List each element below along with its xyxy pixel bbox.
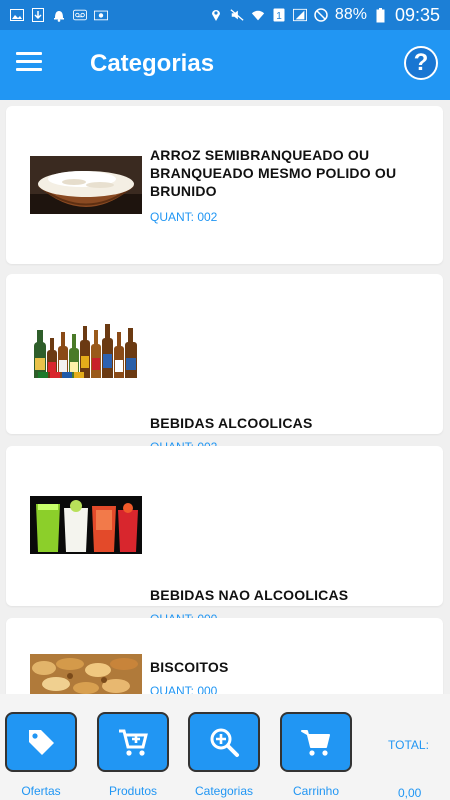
location-icon [209, 8, 223, 22]
app-bar: Categorias ? [0, 30, 450, 100]
cart-icon [301, 730, 330, 756]
beer-bottles-image [30, 320, 142, 378]
gallery-icon [10, 8, 24, 22]
category-list[interactable]: ARROZ SEMIBRANQUEADO OU BRANQUEADO MESMO… [0, 100, 450, 694]
battery-icon [374, 7, 388, 22]
biscuits-image [30, 654, 142, 694]
tag-icon [29, 730, 54, 755]
status-system: 1 88% 09:35 [209, 5, 440, 26]
do-not-disturb-icon [314, 8, 328, 22]
carrinho-button[interactable] [280, 712, 352, 772]
category-name: BEBIDAS ALCOOLICAS [150, 415, 313, 431]
status-notifications [10, 8, 108, 22]
voicemail-icon [73, 8, 87, 22]
photo-icon [94, 8, 108, 22]
bottom-nav: Ofertas Produtos Categorias Carrinho TOT… [0, 694, 450, 800]
page-title: Categorias [90, 50, 215, 77]
status-bar: 1 88% 09:35 [0, 0, 450, 30]
category-name: BISCOITOS [150, 659, 229, 675]
category-quantity: QUANT: 002 [150, 210, 218, 224]
nav-ofertas[interactable]: Ofertas [3, 712, 79, 798]
nav-carrinho[interactable]: Carrinho [278, 712, 354, 798]
category-card[interactable]: BISCOITOS QUANT: 000 [6, 618, 443, 694]
menu-icon[interactable] [16, 52, 42, 74]
nav-label: Carrinho [292, 784, 340, 798]
ofertas-button[interactable] [5, 712, 77, 772]
wifi-icon [251, 8, 265, 22]
total-label: TOTAL: [388, 738, 429, 752]
nav-produtos[interactable]: Produtos [95, 712, 171, 798]
sim-icon: 1 [272, 8, 286, 22]
help-icon: ? [413, 49, 429, 76]
colorful-drinks-image [30, 496, 142, 554]
mute-icon [230, 8, 244, 22]
category-name: BEBIDAS NAO ALCOOLICAS [150, 587, 349, 603]
total-value: 0,00 [398, 786, 422, 800]
zoom-in-icon [210, 728, 239, 757]
download-icon [31, 8, 45, 22]
category-quantity: QUANT: 000 [150, 684, 218, 694]
category-card[interactable]: BEBIDAS ALCOOLICAS QUANT: 002 [6, 274, 443, 454]
rice-bowl-image [30, 156, 142, 214]
category-name: ARROZ SEMIBRANQUEADO OU BRANQUEADO MESMO… [150, 147, 397, 199]
clock: 09:35 [394, 4, 440, 25]
help-button[interactable]: ? [404, 46, 438, 80]
categorias-button[interactable] [188, 712, 260, 772]
category-card[interactable]: ARROZ SEMIBRANQUEADO OU BRANQUEADO MESMO… [6, 106, 443, 264]
battery-percent: 88% [334, 6, 367, 23]
produtos-button[interactable] [97, 712, 169, 772]
nav-label: Produtos [108, 784, 158, 798]
nav-label: Categorias [194, 784, 254, 798]
category-card[interactable]: BEBIDAS NAO ALCOOLICAS QUANT: 000 [6, 446, 443, 626]
cart-plus-icon [119, 729, 148, 756]
svg-text:1: 1 [276, 11, 282, 22]
nav-categorias[interactable]: Categorias [186, 712, 262, 798]
signal-icon [292, 8, 307, 22]
bell-icon [52, 8, 66, 22]
nav-label: Ofertas [21, 784, 61, 798]
